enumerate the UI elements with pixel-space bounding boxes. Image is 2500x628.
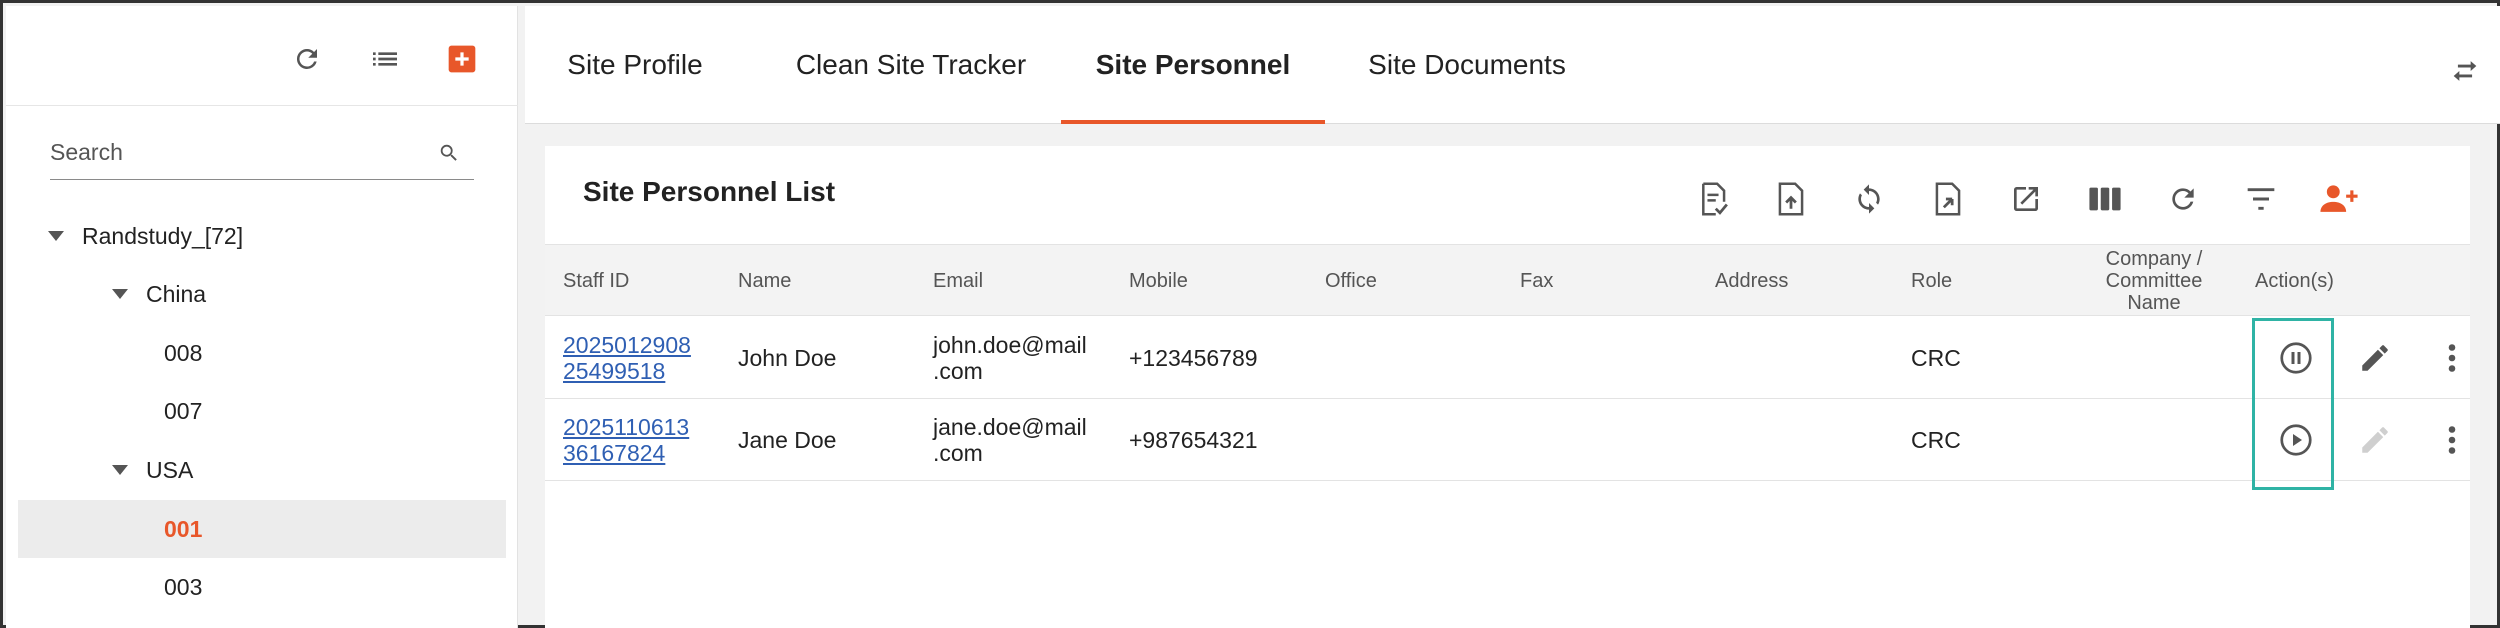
tree-item-label: Randstudy_[72] — [82, 222, 244, 249]
search-input[interactable] — [50, 130, 430, 174]
mobile-cell: +123456789 — [1129, 345, 1258, 371]
tree-item-label: 003 — [164, 573, 203, 600]
tree-item-study[interactable]: Randstudy_[72] — [48, 207, 508, 265]
list-icon — [373, 52, 397, 66]
tab-site-documents[interactable]: Site Documents — [1337, 6, 1597, 124]
refresh-button[interactable] — [2158, 174, 2208, 224]
table-row: 2025012908 25499518 John Doe john.doe@mai… — [545, 317, 2470, 399]
column-header-office[interactable]: Office — [1325, 245, 1377, 317]
tree-item-label: China — [146, 280, 207, 307]
tree-item-site[interactable]: 007 — [164, 382, 508, 440]
filter-button[interactable] — [2236, 174, 2286, 224]
open-external-icon — [2014, 187, 2038, 211]
search-field — [50, 130, 474, 180]
add-personnel-button[interactable] — [2314, 174, 2364, 224]
tree-item-site[interactable]: 008 — [164, 324, 508, 382]
caret-down-icon — [112, 289, 128, 299]
staff-id-link[interactable]: 2025110613 36167824 — [563, 414, 689, 466]
sidebar: Randstudy_[72] China 008 007 USA 001 003 — [6, 6, 518, 628]
tab-label: Site Personnel — [1095, 49, 1291, 80]
refresh-icon — [296, 48, 317, 69]
role-cell: CRC — [1911, 345, 1961, 371]
caret-down-icon — [48, 231, 64, 241]
mobile-cell: +987654321 — [1129, 427, 1258, 453]
name-cell: John Doe — [738, 345, 837, 371]
pencil-icon — [2362, 345, 2388, 371]
tab-label: Clean Site Tracker — [795, 49, 1027, 80]
edit-button-disabled — [2350, 415, 2400, 465]
table-header: Staff ID Name Email Mobile Office Fax Ad… — [545, 244, 2470, 316]
swap-horizontal-icon[interactable] — [2448, 58, 2482, 84]
sync-icon — [1858, 184, 1880, 214]
tab-site-personnel[interactable]: Site Personnel — [1061, 6, 1325, 124]
column-header-fax[interactable]: Fax — [1520, 245, 1553, 317]
columns-icon — [2089, 187, 2121, 211]
column-header-company[interactable]: Company / Committee Name — [2094, 245, 2214, 317]
import-icon — [1935, 182, 1961, 216]
tree-item-label: USA — [146, 456, 194, 483]
column-header-address[interactable]: Address — [1715, 245, 1788, 317]
tree-item-country[interactable]: USA — [112, 441, 508, 499]
columns-button[interactable] — [2080, 174, 2130, 224]
column-header-name[interactable]: Name — [738, 245, 791, 317]
column-header-staff-id[interactable]: Staff ID — [563, 245, 629, 317]
email-cell: jane.doe@mail .com — [933, 414, 1087, 466]
more-vert-icon — [2448, 344, 2456, 372]
staff-id-cell: 2025110613 36167824 — [563, 399, 689, 481]
tree-item-country[interactable]: China — [112, 265, 508, 323]
more-options-button[interactable] — [2427, 333, 2477, 383]
column-header-mobile[interactable]: Mobile — [1129, 245, 1188, 317]
import-button[interactable] — [1923, 174, 1973, 224]
email-cell: john.doe@mail .com — [933, 332, 1087, 384]
column-header-actions: Action(s) — [2255, 269, 2334, 292]
search-icon[interactable] — [438, 142, 460, 164]
role-cell: CRC — [1911, 427, 1961, 453]
column-header-email[interactable]: Email — [933, 245, 983, 317]
refresh-icon — [2172, 188, 2194, 210]
staff-id-cell: 2025012908 25499518 — [563, 317, 691, 399]
upload-button[interactable] — [1766, 174, 1816, 224]
app-window: Randstudy_[72] China 008 007 USA 001 003… — [0, 0, 2500, 628]
card-title: Site Personnel List — [583, 176, 836, 207]
column-header-role[interactable]: Role — [1911, 245, 1952, 317]
tab-bar: Site Profile Clean Site Tracker Site Per… — [525, 6, 2500, 124]
sidebar-toolbar — [6, 6, 518, 106]
checklist-icon — [1702, 182, 1728, 216]
add-box-icon — [448, 45, 476, 73]
tree-item-label: 001 — [164, 515, 203, 542]
list-view-button[interactable] — [362, 36, 408, 82]
table-row: 2025110613 36167824 Jane Doe jane.doe@mai… — [545, 399, 2470, 481]
more-vert-icon — [2448, 426, 2456, 454]
status-action-highlight — [2252, 318, 2334, 490]
tab-label: Site Profile — [567, 49, 703, 80]
open-external-button[interactable] — [2001, 174, 2051, 224]
site-personnel-card: Site Personnel List Staff ID Name Email … — [545, 146, 2470, 628]
staff-id-link[interactable]: 2025012908 25499518 — [563, 332, 691, 384]
add-site-button[interactable] — [439, 36, 485, 82]
tree-item-label: 008 — [164, 339, 203, 366]
upload-icon — [1778, 182, 1804, 216]
add-user-icon — [2320, 185, 2358, 212]
name-cell: Jane Doe — [738, 427, 837, 453]
main-content: Site Profile Clean Site Tracker Site Per… — [525, 6, 2500, 628]
refresh-tree-button[interactable] — [284, 36, 330, 82]
more-options-button[interactable] — [2427, 415, 2477, 465]
sync-button[interactable] — [1844, 174, 1894, 224]
tab-site-profile[interactable]: Site Profile — [525, 6, 745, 124]
checklist-button[interactable] — [1688, 174, 1738, 224]
tree-item-label: 007 — [164, 397, 203, 424]
filter-icon — [2247, 188, 2275, 210]
tree-item-site[interactable]: 003 — [164, 558, 508, 616]
edit-button[interactable] — [2350, 333, 2400, 383]
tab-clean-site-tracker[interactable]: Clean Site Tracker — [761, 6, 1061, 124]
tab-label: Site Documents — [1368, 49, 1566, 80]
tree-item-site-selected[interactable]: 001 — [18, 500, 506, 558]
caret-down-icon — [112, 465, 128, 475]
pencil-icon — [2362, 427, 2388, 453]
